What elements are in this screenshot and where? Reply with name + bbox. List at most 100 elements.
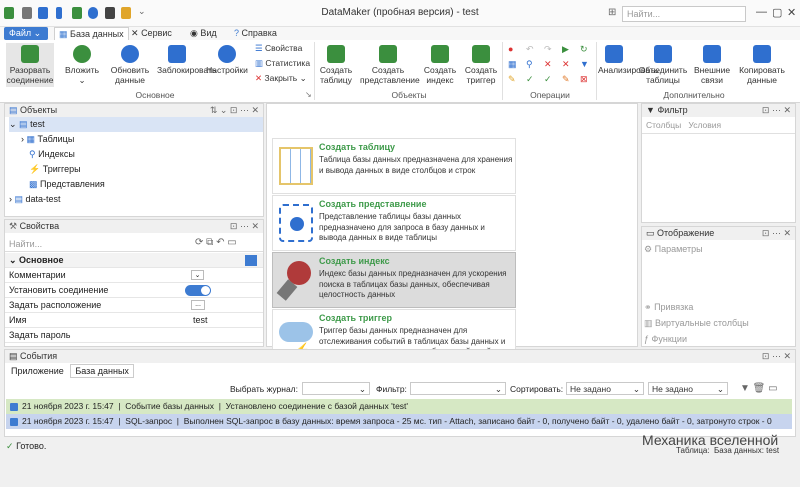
properties-button[interactable]: ☰ Свойства	[255, 43, 302, 54]
redo-icon[interactable]: ↷	[544, 44, 552, 55]
create-table-card[interactable]: Создать таблицу Таблица базы данных пред…	[272, 138, 516, 194]
tree-item-indexes[interactable]: ⚲ Индексы	[9, 147, 263, 162]
help-icon: ?	[234, 28, 240, 38]
tab-database[interactable]: ▦ База данных	[54, 27, 129, 41]
tab-application[interactable]: Приложение	[7, 365, 68, 377]
cancel-icon[interactable]: ⊠	[580, 74, 588, 85]
section-label: Основное	[19, 255, 64, 265]
panel-actions[interactable]: ⊡ ⋯ ✕	[230, 221, 259, 232]
query-icon[interactable]: ▦	[508, 59, 517, 70]
tab-help[interactable]: ? Справка	[230, 27, 281, 39]
properties-section[interactable]: ⌄ Основное	[5, 253, 263, 268]
display-title: Отображение	[657, 228, 715, 238]
panel-actions[interactable]: ⊡ ⋯ ✕	[762, 351, 791, 362]
external-links-button[interactable]: Внешние связи	[694, 45, 730, 85]
display-functions[interactable]: ƒ Функции	[644, 334, 687, 344]
display-header: ▭ Отображение ⊡ ⋯ ✕	[642, 227, 795, 240]
properties-title: Свойства	[19, 221, 60, 231]
display-binding[interactable]: ⚭ Привязка	[644, 302, 693, 313]
search-icon[interactable]: ⚲	[526, 59, 533, 70]
key-icon	[431, 45, 449, 63]
scroll-thumb[interactable]	[245, 255, 257, 266]
attach-button[interactable]: Вложить ⌄	[62, 45, 102, 85]
lock-button[interactable]: Заблокировать	[157, 45, 216, 75]
disconnect-label: Разорвать соединение	[6, 65, 54, 85]
statistics-button[interactable]: ▥ Статистика	[255, 58, 310, 69]
create-index-card[interactable]: Создать индекс Индекс базы данных предна…	[272, 252, 516, 308]
journal-select[interactable]: ⌄	[302, 382, 370, 395]
maximize-button[interactable]: ▢	[772, 6, 782, 19]
tab-database-events[interactable]: База данных	[70, 364, 134, 378]
tree-item-tables[interactable]: › ▦ Таблицы	[9, 132, 263, 147]
file-menu-button[interactable]: Файл ⌄	[4, 27, 48, 40]
panel-actions[interactable]: ⊡ ⋯ ✕	[762, 228, 791, 239]
minimize-button[interactable]: —	[756, 6, 767, 18]
event-row[interactable]: 21 ноября 2023 г. 15:47 | SQL-запрос | В…	[6, 414, 792, 429]
filter-icon[interactable]: ▼	[580, 59, 589, 69]
group-expand-icon[interactable]: ↘	[305, 90, 312, 99]
events-tools[interactable]: ▼ 🗑 ▭	[740, 383, 778, 394]
close-button[interactable]: ✕	[787, 6, 796, 19]
toolbar-icon[interactable]: ⊞	[608, 7, 616, 18]
browse-button[interactable]: ...	[191, 300, 205, 310]
tab-view[interactable]: ◉ Вид	[186, 27, 221, 40]
event-row[interactable]: 21 ноября 2023 г. 15:47 | Событие базы д…	[6, 399, 792, 414]
dropdown-button[interactable]: ⌄	[191, 270, 204, 280]
create-trigger-button[interactable]: Создать триггер	[463, 45, 499, 85]
create-view-card[interactable]: Создать представление Представление табл…	[272, 195, 516, 251]
display-params[interactable]: ⚙ Параметры	[644, 244, 703, 255]
tree-root[interactable]: ⌄ ▤ test	[9, 117, 263, 132]
prop-row-password[interactable]: Задать пароль	[5, 328, 263, 343]
play-icon[interactable]: ▶	[562, 44, 569, 55]
sort-select-1[interactable]: Не задано ⌄	[566, 382, 644, 395]
stop-icon[interactable]: ✕	[562, 59, 570, 70]
refresh-label: Обновить данные	[110, 65, 150, 85]
tab-conditions[interactable]: Условия	[688, 120, 721, 130]
filter-select[interactable]: ⌄	[410, 382, 506, 395]
link-icon	[703, 45, 721, 63]
properties-search-input[interactable]: Найти...	[9, 239, 42, 249]
properties-tools[interactable]: ⟳ ⧉ ↶ ▭	[195, 237, 237, 248]
columns-icon: ▥	[644, 318, 653, 328]
tree-item-data-test[interactable]: › ▤ data-test	[9, 192, 263, 207]
analyze-icon	[605, 45, 623, 63]
merge-tables-button[interactable]: Объединить таблицы	[636, 45, 690, 85]
analyze-button[interactable]: Анализировать	[598, 45, 658, 75]
panel-actions[interactable]: ⇅ ⌄ ⊡ ⋯ ✕	[210, 105, 259, 116]
checkbox-icon[interactable]	[10, 402, 18, 411]
settings-button[interactable]: Настройки	[205, 45, 249, 75]
prop-row-name[interactable]: Имя test	[5, 313, 263, 328]
tab-columns[interactable]: Столбцы	[646, 120, 681, 130]
prop-row-connect[interactable]: Установить соединение	[5, 283, 263, 298]
check-all-icon[interactable]: ✓	[544, 74, 552, 85]
tree-item-triggers[interactable]: ⚡ Триггеры	[9, 162, 263, 177]
brush-icon[interactable]: ✎	[562, 74, 570, 85]
toggle-switch[interactable]	[185, 285, 211, 296]
create-index-button[interactable]: Создать индекс	[422, 45, 458, 85]
checkbox-icon[interactable]	[10, 417, 18, 426]
add-icon[interactable]: ↻	[580, 44, 588, 55]
check-icon[interactable]: ✓	[526, 74, 534, 85]
refresh-button[interactable]: Обновить данные	[108, 45, 152, 85]
group-extra-label: Дополнительно	[663, 90, 725, 100]
sort-select-2[interactable]: Не задано ⌄	[648, 382, 728, 395]
display-virtual-columns[interactable]: ▥ Виртуальные столбцы	[644, 318, 749, 329]
prop-row-comments[interactable]: Комментарии ⌄	[5, 268, 263, 283]
delete-icon[interactable]: ✕	[544, 59, 552, 70]
database-icon: ▤	[9, 105, 18, 115]
search-input[interactable]: Найти...	[622, 6, 746, 22]
disconnect-button[interactable]: Разорвать соединение	[6, 43, 54, 87]
record-icon[interactable]: ●	[508, 44, 513, 54]
panel-actions[interactable]: ⊡ ⋯ ✕	[762, 105, 791, 116]
operations-grid: ● ↶ ↷ ▶ ↻ ▦ ⚲ ✕ ✕ ▼ ✎ ✓ ✓ ✎ ⊠	[508, 44, 592, 88]
create-table-button[interactable]: Создать таблицу	[318, 45, 354, 85]
prop-row-location[interactable]: Задать расположение...	[5, 298, 263, 313]
events-header: ▤ События ⊡ ⋯ ✕	[5, 350, 795, 363]
undo-icon[interactable]: ↶	[526, 44, 534, 55]
close-db-button[interactable]: ✕ Закрыть ⌄	[255, 73, 307, 84]
copy-data-button[interactable]: Копировать данные	[736, 45, 788, 85]
edit-icon[interactable]: ✎	[508, 74, 516, 85]
tab-service[interactable]: ✕ Сервис	[127, 27, 176, 40]
create-view-button[interactable]: Создать представление	[360, 45, 420, 85]
tree-item-views[interactable]: ▩ Представления	[9, 177, 263, 192]
